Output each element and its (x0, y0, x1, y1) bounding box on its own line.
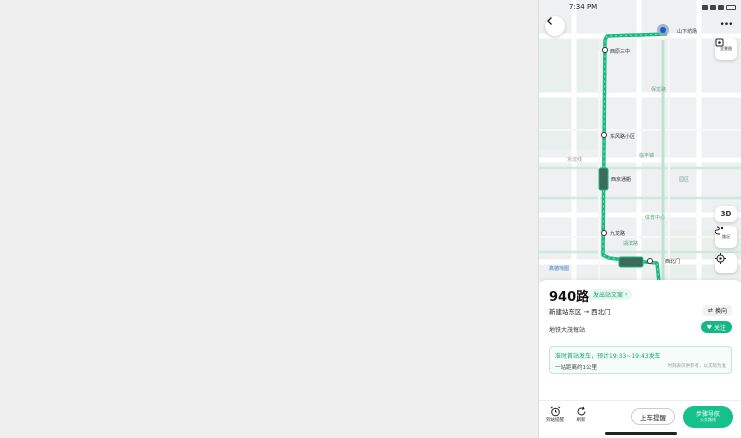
map-label: 京沈线 (567, 157, 583, 163)
panorama-button[interactable]: 全景图 (715, 38, 737, 60)
chevron-right-icon: › (625, 291, 628, 298)
traffic-route-icon (715, 226, 724, 235)
timetable-card[interactable]: 准时首站发车，预计19:33~19:43发车 一站距离约1公里 时刻表仅供参考，… (549, 346, 732, 374)
subway-info: 地铁大茂每站 (549, 327, 586, 334)
route-direction: 新建站东区 → 西北门 (549, 306, 611, 316)
phone-screen: 山下坊场 西原三中 保龙路 东风路小区 临丰镇 京沈线 西京通衢 园区 九龙路 … (538, 0, 741, 438)
map-label: 山下坊场 (677, 29, 698, 35)
arrow-right-icon: → (583, 308, 592, 316)
back-button[interactable] (545, 16, 565, 36)
refresh-button[interactable]: 刷新 (569, 406, 593, 423)
map-canvas (539, 0, 741, 282)
refresh-label: 刷新 (576, 418, 586, 423)
timetable-main: 准时首站发车，预计19:33~19:43发车 (555, 353, 661, 360)
map-label: 西北门 (665, 259, 681, 265)
map-view[interactable]: 山下坊场 西原三中 保龙路 东风路小区 临丰镇 京沈线 西京通衢 园区 九龙路 … (539, 0, 741, 282)
home-indicator[interactable] (605, 432, 677, 435)
map-label: 临丰镇 (639, 153, 655, 159)
route-info-tag[interactable]: 发出站文案 › (588, 289, 633, 300)
locate-button[interactable] (715, 253, 737, 273)
three-d-label: 3D (720, 210, 732, 218)
map-label: 体育中心 (645, 215, 666, 221)
alarm-clock-icon (550, 406, 560, 417)
reverse-direction-button[interactable]: ⇄ 换向 (702, 305, 732, 316)
panorama-icon (715, 38, 724, 47)
more-menu-button[interactable]: ••• (715, 16, 737, 34)
battery-icon (726, 4, 736, 10)
locate-icon (715, 253, 726, 264)
map-label: 园区 (679, 177, 690, 183)
refresh-icon (577, 406, 585, 416)
status-time: 7:34 PM (569, 3, 598, 11)
timetable-note: 时刻表仅供参考，以实际为准 (667, 364, 727, 369)
timetable-sub: 一站距离约1公里 (555, 365, 597, 371)
heart-icon: ♥ (706, 323, 712, 331)
map-label: 湖滨路 (623, 241, 639, 247)
map-label: 西原三中 (610, 49, 631, 55)
direction-from: 新建站东区 (549, 308, 582, 316)
follow-label: 关注 (713, 324, 726, 332)
map-label: 九龙路 (610, 231, 626, 237)
status-bar: 7:34 PM (539, 0, 741, 14)
more-icon: ••• (719, 20, 734, 30)
traffic-button[interactable]: 路况 (715, 226, 737, 248)
reverse-label: 换向 (714, 308, 727, 315)
arrival-alarm-label: 到站提醒 (546, 418, 564, 423)
wifi-icon (710, 4, 716, 10)
bus-stop-marker[interactable] (601, 230, 607, 236)
navigation-sub-label: 公交路线 (700, 417, 716, 423)
chevron-left-icon (547, 17, 552, 25)
route-name: 940路 (549, 290, 590, 305)
map-label: 东风路小区 (610, 134, 636, 140)
bus-stop-marker[interactable] (647, 258, 653, 264)
map-watermark: 高德地图 (549, 266, 570, 272)
status-icons (702, 4, 736, 10)
boarding-reminder-label: 上车提醒 (640, 413, 666, 422)
map-label: 保龙路 (651, 87, 667, 93)
follow-button[interactable]: ♥ 关注 (700, 321, 732, 333)
route-info-tag-label: 发出站文案 (593, 292, 624, 299)
signal-icon (702, 4, 708, 10)
bus-stop-marker[interactable] (602, 47, 608, 53)
direction-to: 西北门 (591, 308, 611, 316)
route-detail-sheet: 940路 发出站文案 › 新建站东区 → 西北门 ⇄ 换向 地铁大茂每站 ♥ 关… (539, 280, 741, 438)
swap-icon: ⇄ (707, 307, 713, 314)
arrival-alarm-button[interactable]: 到站提醒 (543, 406, 567, 423)
network-icon (718, 4, 724, 10)
map-label: 西京通衢 (611, 177, 632, 183)
navigation-button[interactable]: 步骤导航 公交路线 (683, 406, 733, 428)
bus-stop-marker[interactable] (601, 132, 607, 138)
boarding-reminder-button[interactable]: 上车提醒 (631, 408, 675, 425)
three-d-toggle[interactable]: 3D (715, 206, 737, 222)
